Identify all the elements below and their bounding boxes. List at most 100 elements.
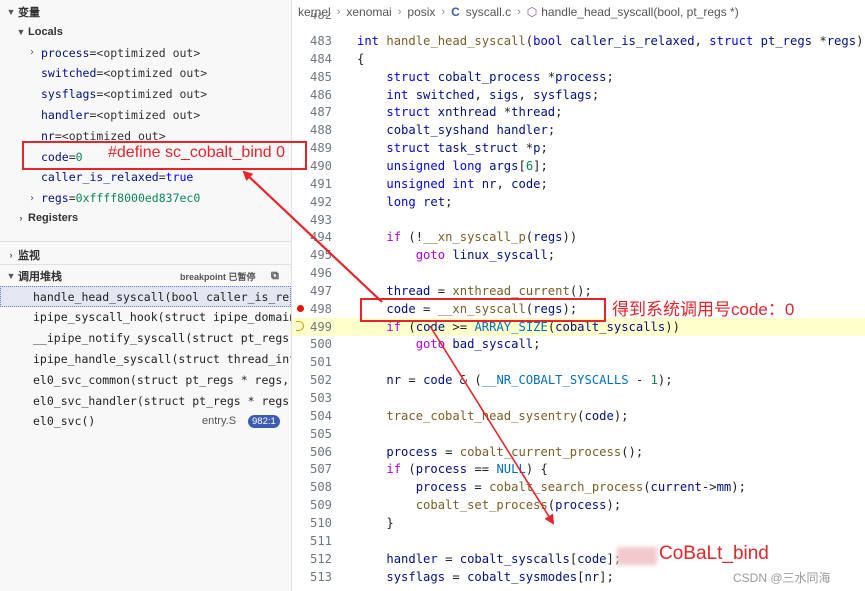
annotation-define-note: #define sc_cobalt_bind 0 [108, 144, 286, 161]
line-number[interactable]: 488 [292, 121, 332, 139]
code-text: goto bad_syscall; [415, 337, 541, 352]
chevron-right-icon: › [19, 213, 23, 223]
line-number[interactable]: 497 [292, 282, 332, 300]
line-number[interactable]: 494 [292, 228, 332, 246]
code-line[interactable]: 500 goto bad_syscall; [292, 335, 865, 353]
registers-label: Registers [28, 212, 79, 224]
code-line[interactable]: 490 unsigned long args[6]; [292, 157, 865, 175]
code-line[interactable]: 484 { [292, 50, 865, 68]
debug-sidebar: ▼ 变量 ▼ Locals › process = <optimized out>… [0, 0, 291, 591]
line-number[interactable]: 503 [292, 389, 332, 407]
code-line[interactable]: 512 handler = cobalt_syscalls[code]; [292, 550, 865, 568]
chevron-down-icon: ▼ [6, 7, 16, 17]
code-line[interactable]: 492 long ret; [292, 193, 865, 211]
line-number: 482 [309, 13, 332, 22]
current-line-icon [296, 320, 304, 331]
chevron-right-icon[interactable]: › [26, 47, 38, 58]
code-line[interactable]: 494 if (!__xn_syscall_p(regs)) [292, 228, 865, 246]
code-line[interactable]: 501 [292, 353, 865, 371]
line-number[interactable]: 495 [292, 246, 332, 264]
stack-frame[interactable]: el0_svc() entry.S 982:1 [0, 411, 291, 432]
line-number[interactable]: 484 [292, 50, 332, 68]
code-line[interactable]: 509 cobalt_set_process(process); [292, 496, 865, 514]
code-line[interactable]: 502 nr = code & (__NR_COBALT_SYSCALLS - … [292, 371, 865, 389]
stack-frame-name: el0_svc_handler(struct pt_regs * regs) [33, 393, 291, 408]
variable-value: <optimized out> [96, 107, 201, 122]
line-number[interactable]: 492 [292, 193, 332, 211]
variables-section-header[interactable]: ▼ 变量 [0, 2, 291, 22]
line-number[interactable]: 504 [292, 407, 332, 425]
code-text: process = cobalt_current_process(); [386, 444, 644, 459]
line-number[interactable]: 486 [292, 86, 332, 104]
collapse-all-icon[interactable]: ⧉ [271, 270, 279, 283]
code-line[interactable]: 491 unsigned int nr, code; [292, 175, 865, 193]
stack-frame[interactable]: el0_svc_common(struct pt_regs * regs, in… [0, 369, 291, 390]
code-text: int switched, sigs, sysflags; [386, 87, 600, 102]
line-number[interactable]: 500 [292, 335, 332, 353]
code-line[interactable]: 486 int switched, sigs, sysflags; [292, 86, 865, 104]
callstack-section-header[interactable]: ▼ 调用堆栈 breakpoint 已暂停 ⧉ [0, 266, 291, 286]
line-number[interactable]: 505 [292, 425, 332, 443]
code-text: long ret; [386, 194, 453, 209]
code-line[interactable]: 488 cobalt_syshand handler; [292, 121, 865, 139]
line-number[interactable]: 513 [292, 568, 332, 586]
variable-value: <optimized out> [103, 87, 208, 102]
code-text: cobalt_syshand handler; [386, 123, 556, 138]
stack-frame[interactable]: handle_head_syscall(bool caller_is_relax… [0, 286, 291, 307]
code-line[interactable]: 510 } [292, 514, 865, 532]
watch-title: 监视 [18, 250, 40, 262]
locals-scope-header[interactable]: ▼ Locals [0, 22, 63, 42]
equals-sign: = [68, 191, 76, 206]
chevron-right-icon: › [9, 250, 13, 260]
code-line[interactable]: 511 [292, 532, 865, 550]
code-line[interactable]: 507 if (process == NULL) { [292, 460, 865, 478]
code-line[interactable]: 495 goto linux_syscall; [292, 246, 865, 264]
line-number[interactable]: 512 [292, 550, 332, 568]
code-line[interactable]: 485 struct cobalt_process *process; [292, 68, 865, 86]
line-number[interactable]: 509 [292, 496, 332, 514]
code-line[interactable]: 496 [292, 264, 865, 282]
code-line[interactable]: 506 process = cobalt_current_process(); [292, 443, 865, 461]
code-text: goto linux_syscall; [415, 248, 556, 263]
line-number[interactable]: 491 [292, 175, 332, 193]
chevron-down-icon: ▼ [16, 27, 26, 37]
variable-row[interactable]: ›sysflags = <optimized out> [0, 84, 291, 105]
code-line[interactable]: 504 trace_cobalt_head_sysentry(code); [292, 407, 865, 425]
line-number[interactable]: 510 [292, 514, 332, 532]
line-number[interactable]: 511 [292, 532, 332, 550]
variable-name: handler [41, 107, 90, 122]
variable-row[interactable]: › process = <optimized out> [0, 42, 291, 63]
breakpoint-icon[interactable] [297, 304, 304, 312]
line-number[interactable]: 483 [292, 32, 332, 50]
variable-row[interactable]: ›handler = <optimized out> [0, 104, 291, 125]
stack-frame[interactable]: ipipe_handle_syscall(struct thread_info … [0, 348, 291, 369]
chevron-right-icon[interactable]: › [26, 193, 38, 204]
watch-section-header[interactable]: › 监视 [0, 245, 291, 265]
variable-row[interactable]: ›switched = <optimized out> [0, 63, 291, 84]
line-number[interactable]: 485 [292, 68, 332, 86]
line-number[interactable]: 502 [292, 371, 332, 389]
code-text: if (!__xn_syscall_p(regs)) [386, 230, 578, 245]
stack-frame[interactable]: el0_svc_handler(struct pt_regs * regs) [0, 390, 291, 411]
line-number[interactable]: 507 [292, 460, 332, 478]
code-line[interactable]: 508 process = cobalt_search_process(curr… [292, 478, 865, 496]
callstack-title: 调用堆栈 [18, 271, 62, 283]
line-number[interactable]: 493 [292, 211, 332, 229]
code-line[interactable]: 505 [292, 425, 865, 443]
line-number[interactable]: 487 [292, 103, 332, 121]
registers-scope-header[interactable]: › Registers [0, 208, 79, 228]
line-number[interactable]: 508 [292, 478, 332, 496]
line-number[interactable]: 496 [292, 264, 332, 282]
code-text: struct cobalt_process *process; [386, 69, 614, 84]
code-line[interactable]: 483 int handle_head_syscall(bool caller_i… [292, 32, 865, 50]
code-line[interactable]: 487 struct xnthread *thread; [292, 103, 865, 121]
line-number[interactable]: 501 [292, 353, 332, 371]
line-number[interactable]: 506 [292, 443, 332, 461]
code-line[interactable]: 503 [292, 389, 865, 407]
stack-frame[interactable]: __ipipe_notify_syscall(struct pt_regs *r… [0, 328, 291, 349]
code-line[interactable]: 493 [292, 211, 865, 229]
stack-frame-name: handle_head_syscall(bool caller_is_relax… [33, 289, 291, 304]
variable-row[interactable]: › regs = 0xffff8000ed837ec0 [0, 188, 291, 209]
stack-frame[interactable]: ipipe_syscall_hook(struct ipipe_domain *… [0, 307, 291, 328]
code-line[interactable]: 489 struct task_struct *p; [292, 139, 865, 157]
